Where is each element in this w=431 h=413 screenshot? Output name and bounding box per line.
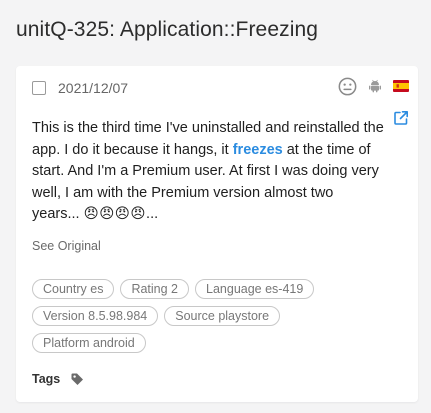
review-card: 2021/12/07 This is the third time I've u… (16, 66, 418, 402)
android-icon (369, 79, 381, 93)
tag-language[interactable]: Language es-419 (195, 279, 315, 299)
external-link-icon[interactable] (393, 110, 409, 126)
tag-country[interactable]: Country es (32, 279, 115, 299)
tag-version[interactable]: Version 8.5.98.984 (32, 306, 159, 326)
angry-face-emojis: 😠😠😠😠 (83, 206, 147, 222)
review-ellipsis: ... (146, 206, 159, 222)
spain-flag-icon (393, 80, 409, 92)
keyword-highlight: freezes (232, 141, 283, 158)
tag-row-2: Version 8.5.98.984 Source playstore (32, 306, 281, 326)
tag-row-3: Platform android (32, 333, 146, 353)
tag-platform[interactable]: Platform android (32, 333, 146, 353)
review-date: 2021/12/07 (58, 80, 129, 96)
tags-label: Tags (32, 372, 61, 386)
tag-icon[interactable] (70, 372, 84, 386)
review-text: This is the third time I've uninstalled … (32, 118, 384, 226)
tag-source[interactable]: Source playstore (164, 306, 281, 326)
tag-rating[interactable]: Rating 2 (120, 279, 190, 299)
neutral-face-icon (338, 77, 357, 96)
see-original-link[interactable]: See Original (32, 239, 101, 253)
tag-row-1: Country es Rating 2 Language es-419 (32, 279, 315, 299)
select-checkbox[interactable] (32, 81, 46, 95)
page-title: unitQ-325: Application::Freezing (16, 18, 319, 41)
